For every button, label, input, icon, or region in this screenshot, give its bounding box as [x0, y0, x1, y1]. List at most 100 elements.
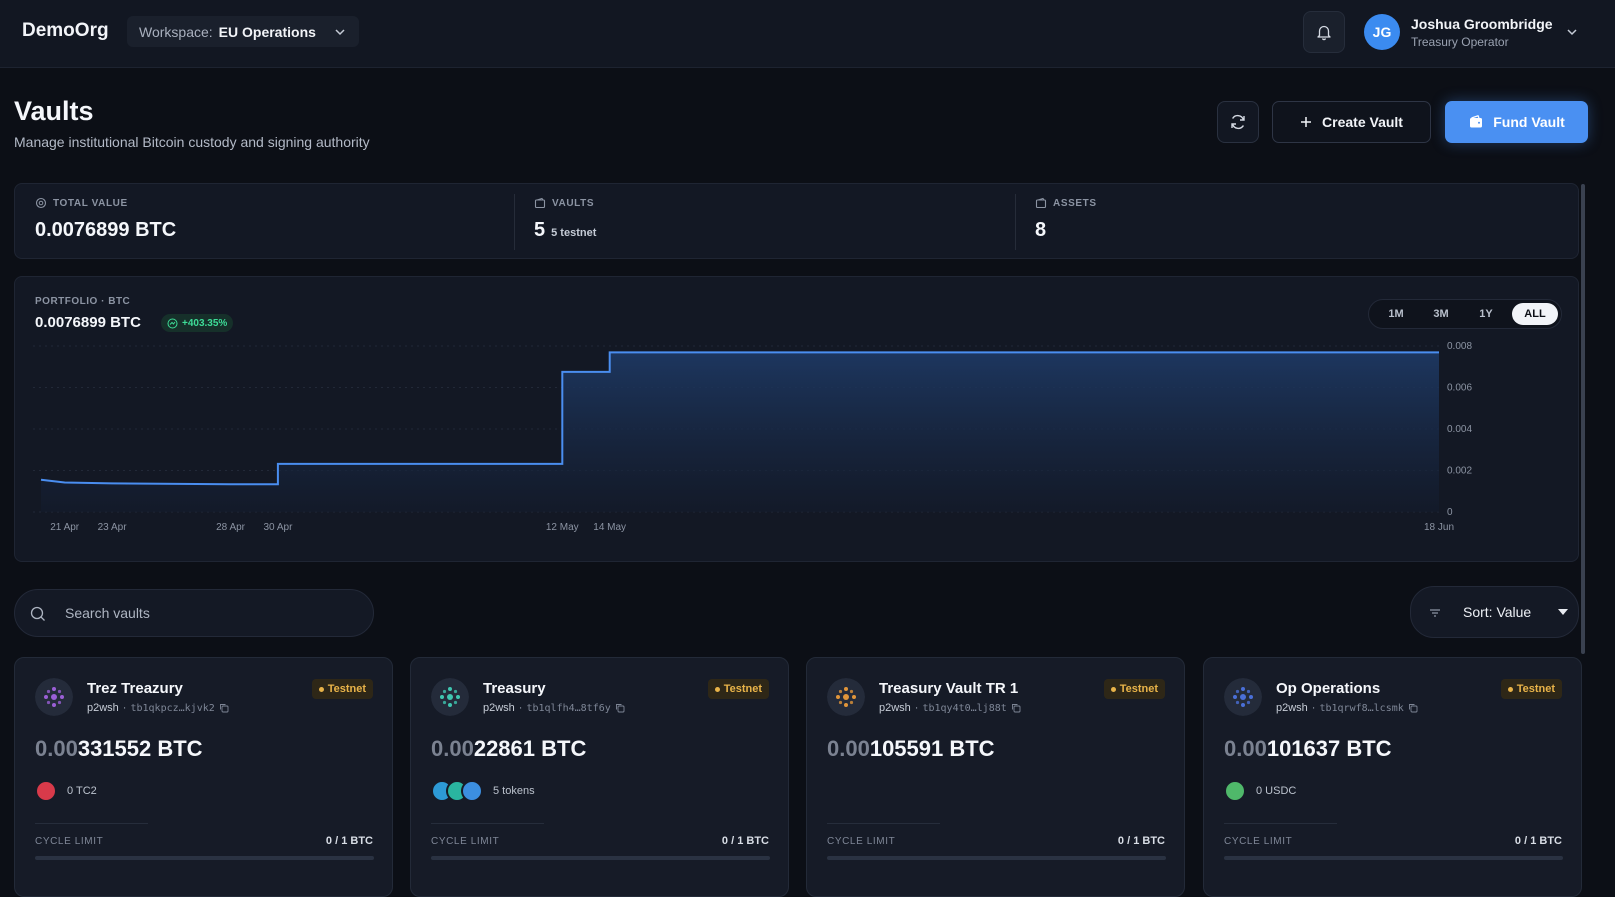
vault-card[interactable]: Treasury p2wsh · tb1qlfh4…8tf6y Testnet …	[410, 657, 789, 897]
create-vault-label: Create Vault	[1322, 114, 1403, 130]
stat-divider	[1015, 194, 1016, 250]
vault-address-hash: tb1qlfh4…8tf6y	[526, 702, 611, 714]
vault-icon	[534, 197, 546, 209]
cycle-limit-label: CYCLE LIMIT	[827, 836, 896, 847]
x-tick-label: 18 Jun	[1424, 522, 1454, 533]
y-tick-label: 0.008	[1447, 341, 1472, 352]
vault-script-type: p2wsh	[87, 702, 119, 714]
portfolio-chart-card: PORTFOLIO · BTC 0.0076899 BTC +403.35% 1…	[14, 276, 1579, 562]
copy-icon[interactable]	[219, 703, 229, 713]
vault-avatar-icon	[827, 678, 865, 716]
vault-balance: 0.00331552 BTC	[35, 736, 203, 761]
vault-balance: 0.00105591 BTC	[827, 736, 995, 761]
x-tick-label: 21 Apr	[50, 522, 80, 533]
network-badge-label: Testnet	[1119, 683, 1158, 695]
org-brand[interactable]: DemoOrg	[22, 20, 109, 42]
cycle-limit-bar	[35, 856, 374, 860]
cycle-limit-value: 0 / 1 BTC	[1117, 835, 1165, 847]
vault-tokens: 0 TC2	[35, 780, 97, 802]
copy-icon[interactable]	[615, 703, 625, 713]
network-badge: Testnet	[707, 679, 769, 699]
filter-lines-icon	[1430, 609, 1440, 617]
sort-label: Sort: Value	[1463, 604, 1532, 620]
x-tick-label: 12 May	[546, 522, 579, 533]
x-tick-label: 28 Apr	[216, 522, 246, 533]
stat-label: ASSETS	[1053, 197, 1097, 209]
refresh-button[interactable]	[1217, 101, 1259, 143]
coins-icon	[35, 197, 47, 209]
stat-label: VAULTS	[552, 197, 595, 209]
vault-card[interactable]: Trez Treazury p2wsh · tb1qkpcz…kjvk2 Tes…	[14, 657, 393, 897]
refresh-icon	[1231, 114, 1245, 130]
user-menu-chevron-icon[interactable]	[1565, 25, 1579, 39]
vault-card[interactable]: Op Operations p2wsh · tb1qrwf8…lcsmk Tes…	[1203, 657, 1582, 897]
vault-address-hash: tb1qrwf8…lcsmk	[1319, 702, 1404, 714]
search-input[interactable]	[65, 590, 355, 636]
assets-icon	[1035, 197, 1047, 209]
token-icon	[35, 780, 57, 802]
x-tick-label: 23 Apr	[98, 522, 128, 533]
network-badge: Testnet	[311, 679, 373, 699]
vault-avatar-icon	[35, 678, 73, 716]
vault-tokens: 5 tokens	[431, 780, 535, 802]
stats-summary: TOTAL VALUE 0.0076899 BTC VAULTS 5 5 test…	[14, 183, 1579, 259]
y-tick-label: 0.002	[1447, 466, 1472, 477]
create-vault-button[interactable]: Create Vault	[1272, 101, 1431, 143]
chevron-down-icon	[335, 28, 345, 35]
vault-balance: 0.0022861 BTC	[431, 736, 587, 761]
cycle-limit-bar	[1224, 856, 1563, 860]
divider	[827, 823, 940, 824]
sort-select[interactable]: Sort: Value	[1410, 586, 1579, 638]
stat-label: TOTAL VALUE	[53, 197, 128, 209]
wallet-icon	[1470, 114, 1483, 128]
vault-name[interactable]: Treasury	[483, 680, 546, 697]
stat-value: 8	[1035, 219, 1047, 241]
copy-icon[interactable]	[1011, 703, 1021, 713]
vault-tokens-text: 0 USDC	[1256, 785, 1297, 797]
stat-value: 0.0076899 BTC	[35, 219, 177, 241]
scrollbar[interactable]	[1581, 184, 1585, 654]
user-avatar[interactable]: JG	[1364, 14, 1400, 50]
workspace-label: Workspace:	[139, 23, 213, 40]
page-subtitle: Manage institutional Bitcoin custody and…	[14, 134, 370, 150]
vault-address: p2wsh · tb1qrwf8…lcsmk	[1276, 702, 1418, 714]
caret-down-icon	[1558, 609, 1568, 615]
vault-name[interactable]: Treasury Vault TR 1	[879, 680, 1018, 697]
cycle-limit-value: 0 / 1 BTC	[325, 835, 373, 847]
chart-area-fill	[41, 352, 1439, 512]
token-icon	[461, 780, 483, 802]
network-badge: Testnet	[1103, 679, 1165, 699]
page-title: Vaults	[14, 96, 94, 126]
vault-name[interactable]: Trez Treazury	[87, 680, 183, 697]
portfolio-chart: 0.008 0.006 0.004 0.002 0 21 Apr 23 Apr 28 Apr…	[33, 341, 1472, 533]
cycle-limit-bar	[827, 856, 1166, 860]
workspace-select[interactable]: Workspace: EU Operations	[127, 16, 359, 47]
cycle-limit-label: CYCLE LIMIT	[35, 836, 104, 847]
network-badge: Testnet	[1500, 679, 1562, 699]
fund-vault-label: Fund Vault	[1493, 114, 1565, 130]
vault-card[interactable]: Treasury Vault TR 1 p2wsh · tb1qy4t0…lj8…	[806, 657, 1185, 897]
y-tick-label: 0.006	[1447, 383, 1472, 394]
divider	[1224, 823, 1337, 824]
y-tick-label: 0.004	[1447, 424, 1472, 435]
cycle-limit-bar	[431, 856, 770, 860]
stat-value: 5	[534, 219, 546, 241]
cycle-limit-value: 0 / 1 BTC	[1514, 835, 1562, 847]
user-role: Treasury Operator	[1411, 35, 1509, 49]
vault-address: p2wsh · tb1qy4t0…lj88t	[879, 702, 1021, 714]
vault-address: p2wsh · tb1qkpcz…kjvk2	[87, 702, 229, 714]
vault-address: p2wsh · tb1qlfh4…8tf6y	[483, 702, 625, 714]
notifications-button[interactable]	[1303, 11, 1345, 53]
copy-icon[interactable]	[1408, 703, 1418, 713]
cycle-limit-value: 0 / 1 BTC	[721, 835, 769, 847]
top-bar: DemoOrg Workspace: EU Operations JG Josh…	[0, 0, 1615, 68]
vault-name[interactable]: Op Operations	[1276, 680, 1380, 697]
fund-vault-button[interactable]: Fund Vault	[1445, 101, 1588, 143]
cycle-limit-label: CYCLE LIMIT	[1224, 836, 1293, 847]
user-name[interactable]: Joshua Groombridge	[1411, 16, 1553, 32]
vault-tokens-text: 0 TC2	[67, 785, 97, 797]
search-box	[14, 589, 374, 637]
network-badge-label: Testnet	[723, 683, 762, 695]
token-icon	[1224, 780, 1246, 802]
stat-divider	[514, 194, 515, 250]
